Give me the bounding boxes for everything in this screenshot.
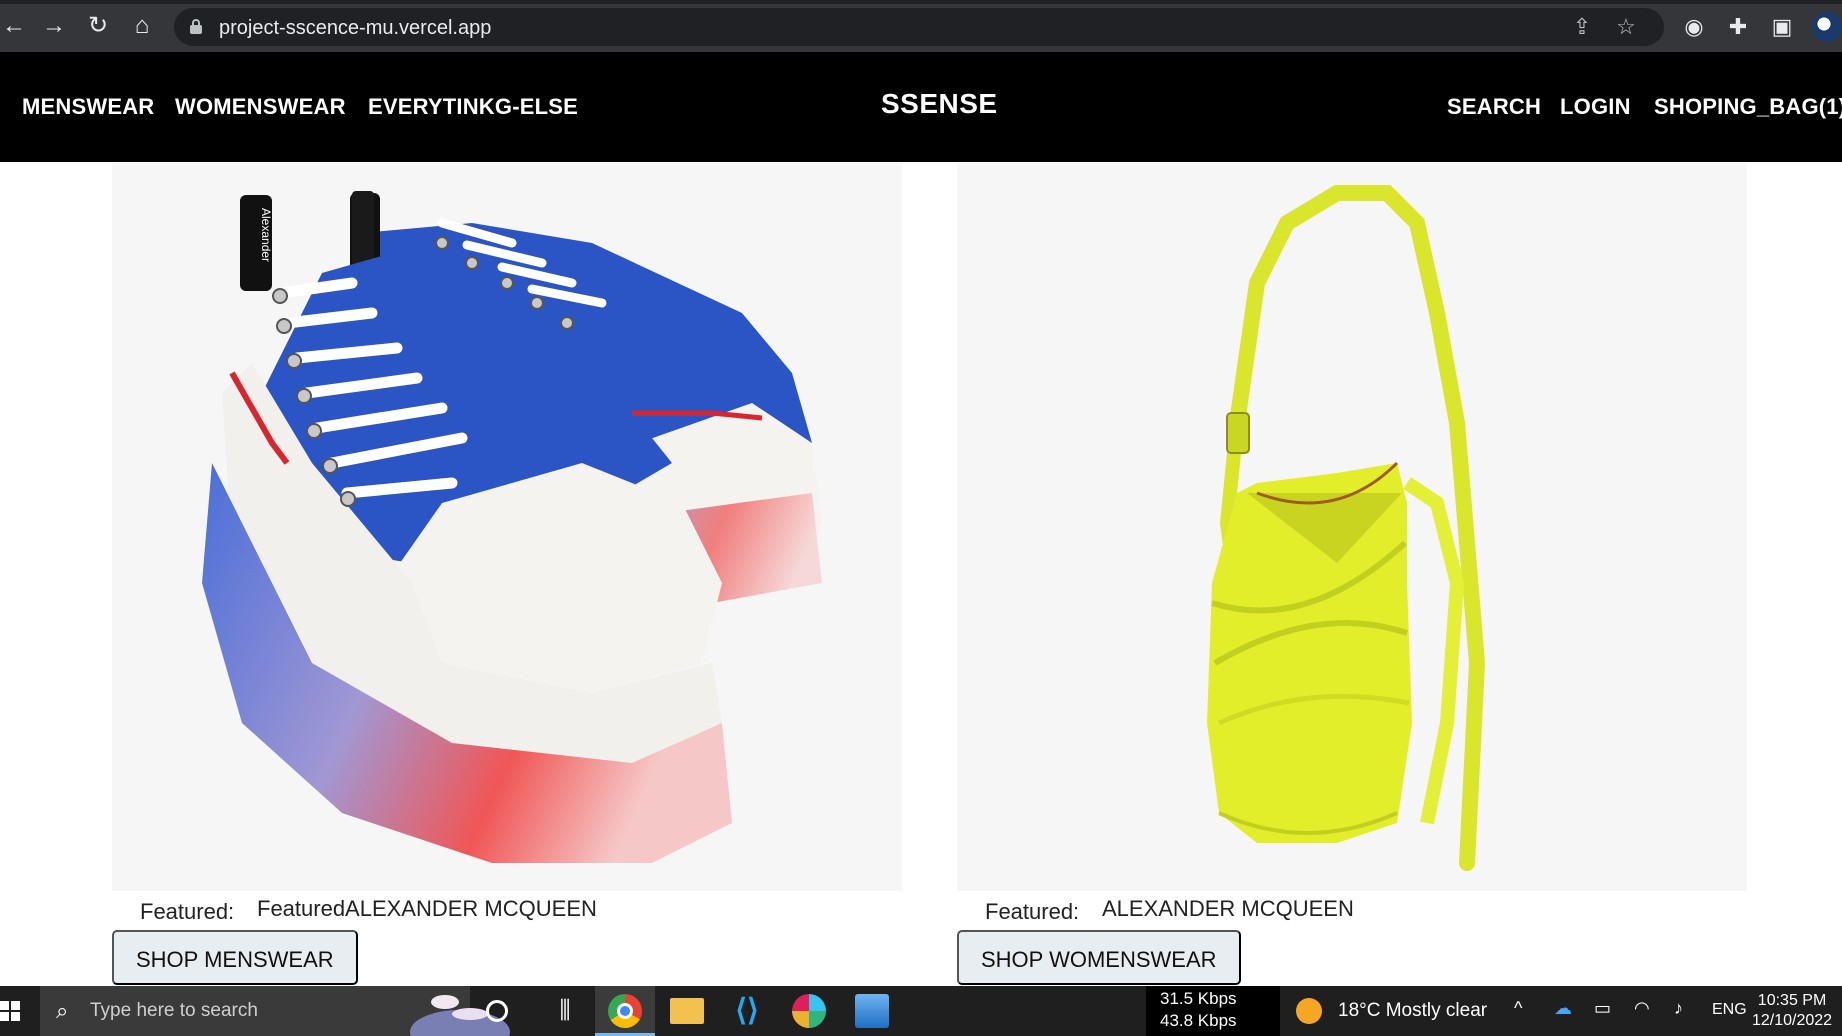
- nav-menswear[interactable]: MENSWEAR: [22, 94, 154, 120]
- onedrive-icon[interactable]: ☁: [1554, 998, 1572, 1019]
- url-text[interactable]: project-sscence-mu.vercel.app: [219, 17, 491, 40]
- profile-avatar[interactable]: [1812, 12, 1842, 42]
- featured-brand-womenswear: ALEXANDER MCQUEEN: [1102, 896, 1354, 921]
- share-icon[interactable]: ⇪: [1570, 15, 1594, 39]
- back-icon[interactable]: ←: [0, 12, 28, 40]
- battery-icon[interactable]: ▭: [1594, 998, 1611, 1019]
- network-speed-widget: 31.5 Kbps 43.8 Kbps: [1146, 986, 1280, 1036]
- taskbar-clock[interactable]: 10:35 PM 12/10/2022: [1752, 991, 1832, 1031]
- nav-login[interactable]: LOGIN: [1560, 94, 1631, 120]
- weather-text[interactable]: 18°C Mostly clear: [1338, 1000, 1487, 1022]
- taskbar-search-box[interactable]: ⌕ Type here to search: [40, 986, 510, 1036]
- cortana-icon[interactable]: [486, 1000, 508, 1022]
- bookmark-star-icon[interactable]: ☆: [1614, 15, 1638, 39]
- file-explorer-icon[interactable]: [670, 998, 704, 1024]
- shop-womenswear-button[interactable]: SHOP WOMENSWEAR: [957, 930, 1241, 985]
- photos-icon[interactable]: [855, 994, 889, 1028]
- search-icon: ⌕: [56, 998, 69, 1023]
- net-down-text: 31.5 Kbps: [1160, 989, 1237, 1008]
- vscode-icon[interactable]: ⟨⟩: [730, 994, 764, 1028]
- featured-label-menswear: Featured:: [140, 899, 235, 924]
- net-up-text: 43.8 Kbps: [1160, 1011, 1237, 1030]
- side-panel-icon[interactable]: ▣: [1768, 13, 1796, 41]
- featured-brand-menswear: FeaturedALEXANDER MCQUEEN: [257, 896, 597, 921]
- weather-moon-icon: [1296, 998, 1322, 1024]
- nav-womenswear[interactable]: WOMENSWEAR: [175, 94, 346, 120]
- task-view-icon[interactable]: ⫼: [548, 994, 582, 1028]
- address-bar[interactable]: project-sscence-mu.vercel.app ⇪ ☆: [174, 8, 1664, 46]
- product-image-bag[interactable]: [957, 163, 1747, 891]
- shoe-tongue-text: Alexander: [259, 208, 273, 262]
- chrome-icon[interactable]: [608, 994, 642, 1028]
- product-image-sneakers[interactable]: Alexander: [112, 163, 902, 891]
- reload-icon[interactable]: ↻: [84, 12, 112, 40]
- featured-label-womenswear: Featured:: [985, 899, 1080, 924]
- nav-shopping-bag[interactable]: SHOPING_BAG(1): [1654, 94, 1842, 120]
- taskbar-search-placeholder: Type here to search: [90, 1000, 258, 1021]
- nav-search[interactable]: SEARCH: [1447, 94, 1541, 120]
- site-header: MENSWEAR WOMENSWEAR EVERYTINKG-ELSE SSEN…: [0, 52, 1842, 162]
- chevron-up-icon[interactable]: ^: [1514, 998, 1522, 1019]
- browser-toolbar: ← → ↻ ⌂ project-sscence-mu.vercel.app ⇪ …: [0, 0, 1842, 52]
- language-indicator[interactable]: ENG: [1712, 1001, 1747, 1019]
- wifi-icon[interactable]: ◠: [1634, 998, 1650, 1019]
- forward-icon[interactable]: →: [40, 12, 68, 40]
- brand-logo[interactable]: SSENSE: [881, 88, 998, 120]
- slack-icon[interactable]: [792, 994, 826, 1028]
- tab-strip: [0, 0, 1842, 4]
- puzzle-icon[interactable]: ✚: [1724, 13, 1752, 41]
- windows-start-icon[interactable]: [0, 986, 38, 1036]
- taskbar: ⌕ Type here to search ⫼ ⟨⟩ 31.5 Kbps 43.…: [0, 986, 1842, 1036]
- volume-icon[interactable]: ♪: [1674, 998, 1683, 1019]
- clock-time: 10:35 PM: [1757, 992, 1827, 1009]
- shop-menswear-button[interactable]: SHOP MENSWEAR: [112, 930, 358, 985]
- home-icon[interactable]: ⌂: [128, 12, 156, 40]
- lock-icon: [190, 19, 202, 35]
- nav-everything-else[interactable]: EVERYTINKG-ELSE: [368, 94, 578, 120]
- extension-icon[interactable]: ◉: [1680, 13, 1708, 41]
- clock-date: 12/10/2022: [1752, 1012, 1833, 1029]
